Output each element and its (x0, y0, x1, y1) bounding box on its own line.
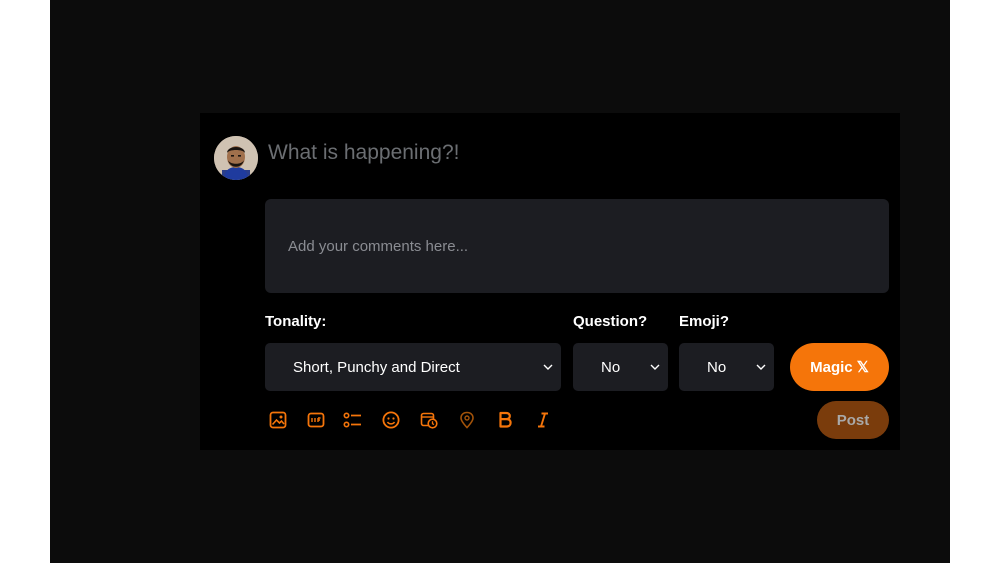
compose-prompt[interactable]: What is happening?! (268, 141, 459, 165)
poll-icon[interactable] (343, 410, 363, 430)
chevron-down-icon (650, 364, 660, 370)
emoji-value: No (707, 358, 727, 376)
question-value: No (601, 358, 621, 376)
emoji-select[interactable]: No (679, 343, 774, 391)
emoji-icon[interactable] (381, 410, 401, 430)
comments-input[interactable] (265, 199, 889, 293)
tonality-select[interactable]: Short, Punchy and Direct (265, 343, 561, 391)
post-button[interactable]: Post (817, 401, 889, 439)
schedule-icon[interactable] (419, 410, 439, 430)
avatar[interactable] (214, 136, 258, 180)
chevron-down-icon (756, 364, 766, 370)
video-frame: What is happening?! Tonality: Question? … (50, 0, 950, 563)
magic-x-button[interactable]: Magic 𝕏 (790, 343, 889, 391)
image-icon[interactable] (268, 410, 288, 430)
question-label: Question? (573, 313, 648, 330)
emoji-label: Emoji? (679, 313, 730, 330)
italic-icon[interactable] (533, 410, 553, 430)
bold-icon[interactable] (495, 410, 515, 430)
chevron-down-icon (543, 364, 553, 370)
tonality-value: Short, Punchy and Direct (293, 358, 460, 376)
tonality-label: Tonality: (265, 313, 327, 330)
post-composer: What is happening?! Tonality: Question? … (200, 113, 900, 450)
location-icon[interactable] (457, 410, 477, 430)
gif-icon[interactable] (306, 410, 326, 430)
question-select[interactable]: No (573, 343, 668, 391)
